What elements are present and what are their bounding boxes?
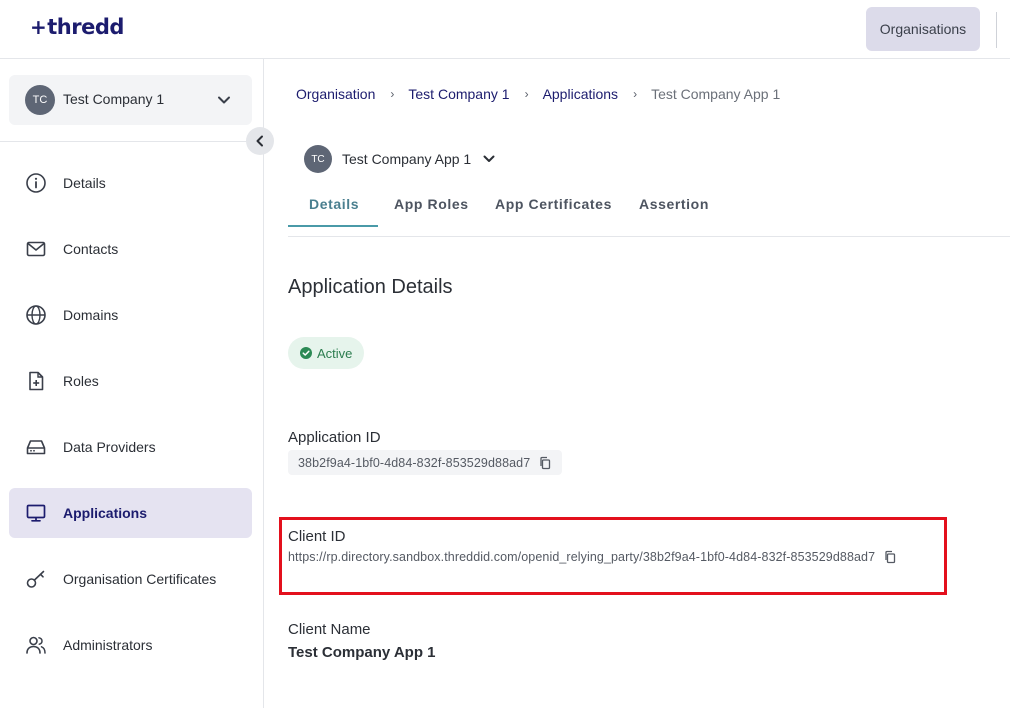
client-id-label: Client ID bbox=[288, 528, 346, 545]
sidebar-item-label: Domains bbox=[63, 307, 119, 323]
sidebar: TC Test Company 1 Details Contacts Domai… bbox=[0, 59, 264, 708]
chevron-left-icon bbox=[256, 135, 263, 147]
company-name: Test Company 1 bbox=[63, 91, 165, 107]
sidebar-item-label: Organisation Certificates bbox=[63, 571, 217, 587]
sidebar-item-organisation-certificates[interactable]: Organisation Certificates bbox=[9, 554, 252, 604]
active-tab-indicator bbox=[288, 225, 378, 227]
company-selector[interactable]: TC Test Company 1 bbox=[9, 75, 252, 125]
chevron-down-icon bbox=[483, 155, 495, 162]
tab-assertion[interactable]: Assertion bbox=[639, 196, 709, 212]
drive-icon bbox=[26, 440, 46, 455]
sidebar-item-details[interactable]: Details bbox=[9, 158, 252, 208]
users-icon bbox=[26, 636, 46, 654]
file-plus-icon bbox=[29, 371, 44, 391]
status-text: Active bbox=[317, 345, 353, 361]
client-id-row: https://rp.directory.sandbox.threddid.co… bbox=[288, 550, 897, 564]
application-id-label: Application ID bbox=[288, 429, 381, 446]
company-avatar: TC bbox=[25, 85, 55, 115]
sidebar-divider bbox=[0, 141, 263, 142]
logo-text: thredd bbox=[47, 15, 124, 39]
globe-icon bbox=[26, 305, 46, 325]
tab-bar: Details App Roles App Certificates Asser… bbox=[288, 186, 1010, 237]
sidebar-item-data-providers[interactable]: Data Providers bbox=[9, 422, 252, 472]
tab-details[interactable]: Details bbox=[309, 196, 359, 212]
copy-icon[interactable] bbox=[883, 550, 897, 564]
client-name-label: Client Name bbox=[288, 621, 371, 638]
header-divider bbox=[996, 12, 997, 48]
key-icon bbox=[26, 570, 45, 588]
app-avatar: TC bbox=[304, 145, 332, 173]
chevron-down-icon bbox=[218, 96, 230, 104]
breadcrumb: Organisation › Test Company 1 › Applicat… bbox=[296, 86, 780, 102]
mail-icon bbox=[26, 241, 46, 257]
organisations-button[interactable]: Organisations bbox=[866, 7, 980, 51]
sidebar-item-administrators[interactable]: Administrators bbox=[9, 620, 252, 670]
application-selector[interactable]: TC Test Company App 1 bbox=[304, 144, 497, 174]
check-circle-icon bbox=[300, 347, 312, 359]
sidebar-item-label: Data Providers bbox=[63, 439, 156, 455]
collapse-sidebar-button[interactable] bbox=[246, 127, 274, 155]
sidebar-item-domains[interactable]: Domains bbox=[9, 290, 252, 340]
breadcrumb-organisation[interactable]: Organisation bbox=[296, 86, 375, 102]
breadcrumb-applications[interactable]: Applications bbox=[543, 86, 619, 102]
app-name: Test Company App 1 bbox=[342, 151, 472, 167]
breadcrumb-separator: › bbox=[633, 87, 638, 101]
sidebar-item-roles[interactable]: Roles bbox=[9, 356, 252, 406]
copy-icon[interactable] bbox=[538, 456, 552, 470]
sidebar-item-applications[interactable]: Applications bbox=[9, 488, 252, 538]
breadcrumb-company[interactable]: Test Company 1 bbox=[408, 86, 509, 102]
client-id-value: https://rp.directory.sandbox.threddid.co… bbox=[288, 550, 876, 564]
breadcrumb-separator: › bbox=[524, 87, 529, 101]
tab-app-certificates[interactable]: App Certificates bbox=[495, 196, 612, 212]
sidebar-item-label: Contacts bbox=[63, 241, 119, 257]
sidebar-item-label: Roles bbox=[63, 373, 99, 389]
client-name-value: Test Company App 1 bbox=[288, 644, 436, 661]
thredd-logo[interactable]: +thredd bbox=[30, 15, 124, 39]
status-badge: Active bbox=[288, 337, 364, 369]
tab-app-roles[interactable]: App Roles bbox=[394, 196, 469, 212]
section-title: Application Details bbox=[288, 276, 453, 298]
breadcrumb-current: Test Company App 1 bbox=[651, 86, 781, 102]
application-id-chip: 38b2f9a4-1bf0-4d84-832f-853529d88ad7 bbox=[288, 450, 563, 475]
monitor-icon bbox=[26, 504, 46, 522]
top-bar: +thredd Organisations bbox=[0, 0, 1010, 59]
sidebar-item-label: Details bbox=[63, 175, 106, 191]
breadcrumb-separator: › bbox=[390, 87, 395, 101]
sidebar-item-label: Administrators bbox=[63, 637, 153, 653]
info-icon bbox=[26, 173, 46, 193]
application-id-value: 38b2f9a4-1bf0-4d84-832f-853529d88ad7 bbox=[298, 455, 531, 470]
sidebar-item-label: Applications bbox=[63, 505, 148, 521]
sidebar-item-contacts[interactable]: Contacts bbox=[9, 224, 252, 274]
